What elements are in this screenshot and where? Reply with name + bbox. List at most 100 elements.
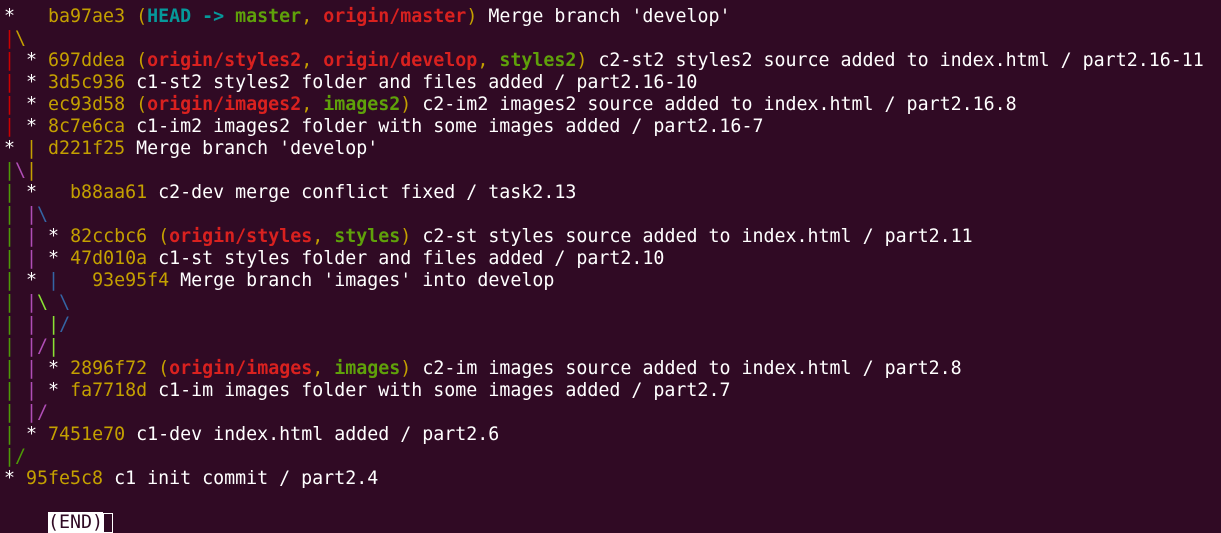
log-line: * | d221f25 Merge branch 'develop' (4, 138, 1221, 160)
log-segment: * (15, 424, 49, 445)
log-line: |\| (4, 160, 1221, 182)
git-log-graph: * ba97ae3 (HEAD -> master, origin/master… (4, 6, 1221, 490)
log-segment: | (26, 402, 38, 423)
log-segment (15, 336, 26, 357)
log-line: | * | 93e95f4 Merge branch 'images' into… (4, 270, 1221, 292)
log-segment: , (477, 50, 500, 71)
log-segment: ( (125, 6, 148, 27)
log-line: | * 7451e70 c1-dev index.html added / pa… (4, 424, 1221, 446)
log-line: | | |/ (4, 314, 1221, 336)
log-segment: \ (15, 28, 27, 49)
log-segment: ) (400, 358, 412, 379)
log-segment: * (15, 94, 49, 115)
log-line: | * ec93d58 (origin/images2, images2) c2… (4, 94, 1221, 116)
log-segment: 8c7e6ca (48, 116, 126, 137)
terminal-window[interactable]: * ba97ae3 (HEAD -> master, origin/master… (0, 0, 1221, 533)
log-segment: Merge branch 'images' into develop (169, 270, 555, 291)
log-segment: c2-st2 styles2 source added to index.htm… (587, 50, 1204, 71)
log-segment: ba97ae3 (48, 6, 126, 27)
log-segment: | (48, 314, 60, 335)
log-segment: * (15, 50, 49, 71)
log-segment: | (26, 292, 38, 313)
log-segment: origin/master (323, 6, 467, 27)
log-line: | |\ (4, 204, 1221, 226)
log-segment: origin/images (169, 358, 313, 379)
log-segment (15, 204, 26, 225)
log-segment: c2-dev merge conflict fixed / task2.13 (147, 182, 577, 203)
log-segment: | (4, 358, 16, 379)
log-segment (37, 138, 48, 159)
log-segment: | (4, 94, 16, 115)
log-line: | | * 82ccbc6 (origin/styles, styles) c2… (4, 226, 1221, 248)
log-segment: 47d010a (70, 248, 148, 269)
log-segment: 697ddea (48, 50, 126, 71)
log-line: | | * 47d010a c1-st styles folder and fi… (4, 248, 1221, 270)
log-segment: 82ccbc6 (70, 226, 148, 247)
log-segment: | (4, 380, 16, 401)
log-segment: | (26, 358, 38, 379)
log-segment: , (312, 358, 335, 379)
log-segment: * (4, 6, 49, 27)
log-segment (59, 270, 92, 291)
log-segment: / (37, 402, 49, 423)
log-segment (15, 402, 26, 423)
log-segment: | (26, 138, 38, 159)
log-segment: , (312, 226, 335, 247)
log-segment: 95fe5c8 (26, 468, 104, 489)
log-segment: \ (15, 160, 27, 181)
log-segment (37, 314, 48, 335)
log-segment: | (4, 402, 16, 423)
log-segment: origin/styles2 (147, 50, 302, 71)
pager-status-line: (END) (4, 490, 1221, 533)
log-segment: images (334, 358, 401, 379)
log-segment: | (4, 336, 16, 357)
log-segment: Merge branch 'develop' (477, 6, 731, 27)
log-segment (48, 292, 59, 313)
log-line: | * 3d5c936 c1-st2 styles2 folder and fi… (4, 72, 1221, 94)
log-segment: | (4, 226, 16, 247)
log-segment: HEAD -> (147, 6, 236, 27)
log-segment: c1-im images folder with some images add… (147, 380, 731, 401)
log-line: | * 697ddea (origin/styles2, origin/deve… (4, 50, 1221, 72)
log-line: * 95fe5c8 c1 init commit / part2.4 (4, 468, 1221, 490)
log-segment: | (48, 270, 60, 291)
log-segment: c1-dev index.html added / part2.6 (125, 424, 500, 445)
log-segment: c1-st styles folder and files added / pa… (147, 248, 665, 269)
log-segment: | (26, 160, 38, 181)
log-segment: master (235, 6, 302, 27)
log-segment: * (37, 248, 71, 269)
log-segment: * (15, 72, 49, 93)
log-segment: | (4, 72, 16, 93)
log-segment: | (4, 424, 16, 445)
log-segment: | (4, 160, 16, 181)
log-segment: | (4, 314, 16, 335)
log-segment: c1-st2 styles2 folder and files added / … (125, 72, 698, 93)
log-segment: ) (576, 50, 588, 71)
log-segment: 7451e70 (48, 424, 126, 445)
log-segment: origin/develop (323, 50, 478, 71)
log-segment: * (37, 226, 71, 247)
log-segment: / (59, 314, 71, 335)
log-line: | |\ \ (4, 292, 1221, 314)
log-segment: * (15, 182, 71, 203)
log-segment: | (4, 28, 16, 49)
log-segment: | (4, 116, 16, 137)
log-segment: / (37, 336, 49, 357)
log-segment (15, 226, 26, 247)
log-line: | | * fa7718d c1-im images folder with s… (4, 380, 1221, 402)
text-cursor[interactable] (103, 513, 114, 533)
log-segment: , (301, 50, 324, 71)
log-segment: , (301, 6, 324, 27)
log-segment: | (26, 204, 38, 225)
log-segment: c2-st styles source added to index.html … (411, 226, 973, 247)
log-segment (15, 358, 26, 379)
log-segment: c1-im2 images2 folder with some images a… (125, 116, 764, 137)
log-segment: ) (400, 94, 412, 115)
log-line: |\ (4, 28, 1221, 50)
pager-end-label: (END) (48, 512, 104, 533)
log-segment: * (4, 138, 27, 159)
log-line: | |/ (4, 402, 1221, 424)
log-segment: Merge branch 'develop' (125, 138, 379, 159)
log-segment: 93e95f4 (92, 270, 170, 291)
log-line: * ba97ae3 (HEAD -> master, origin/master… (4, 6, 1221, 28)
